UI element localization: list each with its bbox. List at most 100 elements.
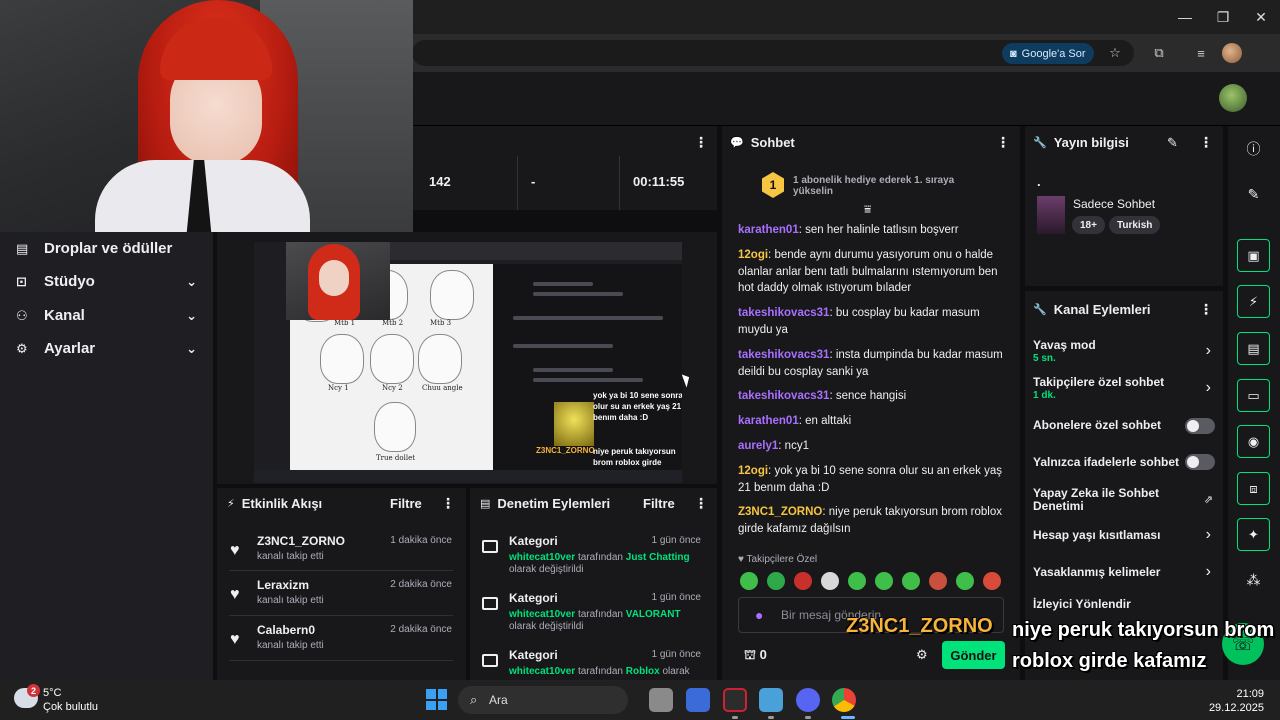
mod-value: Roblox	[625, 666, 660, 677]
raid-button[interactable]: ⧈	[1237, 472, 1270, 505]
activity-filter-button[interactable]: Filtre	[390, 496, 422, 511]
pencil-icon[interactable]: ✎	[1237, 178, 1270, 211]
emote[interactable]	[983, 572, 1001, 590]
activity-user[interactable]: Calabern0	[257, 623, 315, 637]
followers-only-chat-label[interactable]: Takipçilere özel sohbet	[1033, 376, 1164, 389]
close-window-button[interactable]: ✕	[1242, 0, 1280, 34]
chrome-icon[interactable]	[832, 688, 856, 712]
emote[interactable]	[821, 572, 839, 590]
collapse-icon[interactable]: ⩸	[864, 202, 871, 217]
stream-preview[interactable]: Mtb 1 Mtb 2 Mtb 3 Ncy 1 Ncy 2 Chuu angle…	[254, 242, 682, 483]
browser-profile-avatar[interactable]	[1222, 43, 1242, 63]
mod-action-item[interactable]: Kategori 1 gün önce whitecat10ver tarafı…	[470, 591, 717, 648]
app-icon[interactable]	[723, 688, 747, 712]
emote-only-toggle[interactable]	[1185, 454, 1215, 470]
activity-item[interactable]: ♥ Z3NC1_ZORNO kanalı takip etti 1 dakika…	[217, 534, 466, 578]
sidebar-item-studio[interactable]: ⊡ Stüdyo ⌄	[0, 265, 213, 298]
ad-button[interactable]: ⚡	[1237, 285, 1270, 318]
followers-only-chat-value: 1 dk.	[1033, 390, 1056, 401]
share-icon[interactable]: ⁂	[1237, 564, 1270, 597]
sidebar-item-settings[interactable]: ⚙ Ayarlar ⌄	[0, 332, 213, 365]
hype-chat-banner[interactable]: 1 1 abonelik hediye ederek 1. sıraya yük…	[722, 162, 1020, 216]
clock-date: 29.12.2025	[1208, 702, 1264, 714]
app-icon[interactable]	[759, 688, 783, 712]
chat-username[interactable]: 12ogi	[738, 249, 768, 261]
file-explorer-icon[interactable]	[649, 688, 673, 712]
emote[interactable]	[740, 572, 758, 590]
chat-button[interactable]: ▭	[1237, 379, 1270, 412]
emote[interactable]	[902, 572, 920, 590]
mod-user[interactable]: whitecat10ver	[509, 552, 575, 563]
chat-username[interactable]: takeshikovacs31	[738, 307, 829, 319]
sidebar-item-channel[interactable]: ⚇ Kanal ⌄	[0, 299, 213, 332]
mod-filter-button[interactable]: Filtre	[643, 496, 675, 511]
category-name[interactable]: Sadece Sohbet	[1073, 197, 1155, 211]
media-control-icon[interactable]: ≡	[1192, 44, 1210, 62]
clip-button[interactable]: ▣	[1237, 239, 1270, 272]
sidebar-item-drops[interactable]: ▤ Droplar ve ödüller	[0, 232, 213, 265]
chevron-right-icon[interactable]: ›	[1206, 563, 1211, 581]
chevron-right-icon[interactable]: ›	[1206, 379, 1211, 397]
extensions-icon[interactable]: ⧉	[1150, 44, 1168, 62]
blocked-terms-label[interactable]: Yasaklanmış kelimeler	[1033, 566, 1160, 579]
activity-more-icon[interactable]: ⋮	[441, 495, 455, 512]
account-age-label[interactable]: Hesap yaşı kısıtlaması	[1033, 529, 1160, 542]
chat-username[interactable]: aurely1	[738, 440, 778, 452]
system-clock[interactable]: 21:09 29.12.2025	[1209, 687, 1264, 715]
emote[interactable]	[875, 572, 893, 590]
discord-icon[interactable]	[796, 688, 820, 712]
info-icon[interactable]: ⓘ	[1237, 132, 1270, 165]
broadcast-button[interactable]: ◉	[1237, 425, 1270, 458]
chat-username[interactable]: karathen01	[738, 224, 799, 236]
raid-label[interactable]: İzleyici Yönlendir	[1033, 598, 1131, 611]
stream-info-more-icon[interactable]: ⋮	[1199, 134, 1213, 151]
windows-start-icon[interactable]	[426, 689, 447, 710]
activity-user[interactable]: Z3NC1_ZORNO	[257, 534, 345, 548]
send-button[interactable]: Gönder	[942, 641, 1005, 669]
ask-google-button[interactable]: ◙ Google'a Sor	[1002, 43, 1094, 64]
chat-bubble-icon: 💬	[730, 136, 744, 149]
mod-action-item[interactable]: Kategori 1 gün önce whitecat10ver tarafı…	[470, 534, 717, 591]
emote[interactable]	[848, 572, 866, 590]
mod-user[interactable]: whitecat10ver	[509, 609, 575, 620]
tag-18plus[interactable]: 18+	[1072, 216, 1105, 234]
external-link-icon[interactable]: ⇗	[1204, 493, 1213, 506]
chat-username[interactable]: Z3NC1_ZORNO	[738, 506, 822, 518]
slow-mode-label[interactable]: Yavaş mod	[1033, 339, 1096, 352]
tag-turkish[interactable]: Turkish	[1109, 216, 1161, 234]
minimize-button[interactable]: —	[1166, 0, 1204, 34]
emote[interactable]	[956, 572, 974, 590]
maximize-button[interactable]: ❐	[1204, 0, 1242, 34]
chat-username[interactable]: takeshikovacs31	[738, 390, 829, 402]
marker-button[interactable]: ▤	[1237, 332, 1270, 365]
emote[interactable]	[794, 572, 812, 590]
chat-username[interactable]: karathen01	[738, 415, 799, 427]
tools-button[interactable]: ✦	[1237, 518, 1270, 551]
sketch-label: Mtb 1	[334, 319, 356, 327]
weather-temp[interactable]: 5°C	[43, 687, 61, 699]
chat-username[interactable]: 12ogi	[738, 465, 768, 477]
taskbar-search[interactable]: ⌕ Ara	[458, 686, 628, 714]
chevron-right-icon[interactable]: ›	[1206, 526, 1211, 544]
channel-points[interactable]: ⛫ 0	[744, 647, 767, 665]
edit-icon[interactable]: ✎	[1167, 135, 1178, 151]
bookmark-star-icon[interactable]: ☆	[1106, 44, 1124, 62]
app-icon[interactable]	[686, 688, 710, 712]
emote[interactable]	[929, 572, 947, 590]
chat-more-icon[interactable]: ⋮	[996, 134, 1010, 151]
activity-user[interactable]: Leraxizm	[257, 578, 309, 592]
chat-settings-icon[interactable]: ⚙	[916, 647, 928, 663]
mod-more-icon[interactable]: ⋮	[694, 495, 708, 512]
channel-actions-more-icon[interactable]: ⋮	[1199, 301, 1213, 318]
chevron-right-icon[interactable]: ›	[1206, 342, 1211, 360]
microphone-icon[interactable]: ●	[755, 607, 763, 623]
mod-user[interactable]: whitecat10ver	[509, 666, 575, 677]
chat-username[interactable]: takeshikovacs31	[738, 349, 829, 361]
mod-action-item[interactable]: Kategori 1 gün önce whitecat10ver tarafı…	[470, 648, 717, 680]
chat-message: 12ogi: yok ya bi 10 sene sonra olur su a…	[738, 465, 1003, 494]
ai-moderation-label[interactable]: Yapay Zeka ile Sohbet Denetimi	[1033, 487, 1193, 513]
stats-more-icon[interactable]: ⋮	[694, 134, 708, 151]
emote[interactable]	[767, 572, 785, 590]
user-avatar[interactable]	[1219, 84, 1247, 112]
subscribers-only-toggle[interactable]	[1185, 418, 1215, 434]
